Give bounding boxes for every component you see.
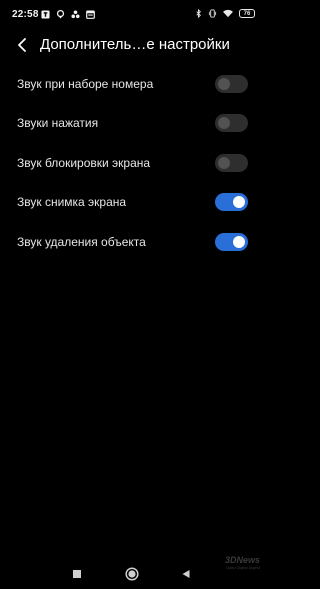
toggle-switch[interactable] [215, 232, 248, 251]
location-icon [56, 10, 65, 19]
chevron-left-icon [18, 38, 26, 52]
setting-label: Звук удаления объекта [17, 234, 146, 249]
header: Дополнитель…е настройки [0, 30, 265, 62]
status-icons-left [41, 10, 95, 19]
recents-square-icon [73, 570, 81, 578]
back-nav-button[interactable] [178, 566, 194, 582]
navigation-bar [0, 558, 265, 589]
toggle-knob [218, 117, 230, 130]
status-bar: 22:58 76 [0, 0, 265, 30]
status-icons-right: 76 [194, 9, 255, 18]
settings-list: Звук при наборе номера Звуки нажатия Зву… [0, 64, 265, 262]
toggle-knob [233, 235, 245, 248]
wifi-icon [223, 9, 233, 18]
toggle-switch[interactable] [215, 153, 248, 172]
notification-app-icon [41, 10, 50, 19]
setting-row-touch-sounds[interactable]: Звуки нажатия [0, 104, 265, 144]
recents-button[interactable] [69, 566, 85, 582]
toggle-switch[interactable] [215, 114, 248, 133]
toggle-switch[interactable] [215, 74, 248, 93]
toggle-knob [218, 77, 230, 90]
setting-label: Звук блокировки экрана [17, 155, 151, 170]
bluetooth-icon [196, 9, 201, 18]
fan-icon [71, 10, 80, 19]
toggle-switch[interactable] [215, 193, 248, 212]
setting-row-screenshot-sound[interactable]: Звук снимка экрана [0, 183, 265, 223]
setting-row-lock-screen-sound[interactable]: Звук блокировки экрана [0, 143, 265, 183]
setting-label: Звуки нажатия [17, 116, 99, 131]
battery-icon: 76 [239, 9, 255, 18]
back-triangle-icon [182, 570, 190, 578]
toggle-knob [233, 196, 245, 209]
page-title: Дополнитель…е настройки [40, 36, 230, 53]
toggle-knob [218, 156, 230, 169]
setting-label: Звук при наборе номера [17, 76, 154, 91]
home-button[interactable] [124, 566, 140, 582]
setting-row-dial-sound[interactable]: Звук при наборе номера [0, 64, 265, 104]
home-circle-icon [125, 567, 139, 581]
setting-row-delete-sound[interactable]: Звук удаления объекта [0, 222, 265, 262]
vibrate-icon [208, 9, 217, 18]
battery-level: 76 [243, 10, 251, 17]
status-time: 22:58 [12, 9, 39, 20]
back-button[interactable] [12, 33, 32, 57]
setting-label: Звук снимка экрана [17, 195, 127, 210]
calendar-icon [86, 10, 95, 19]
